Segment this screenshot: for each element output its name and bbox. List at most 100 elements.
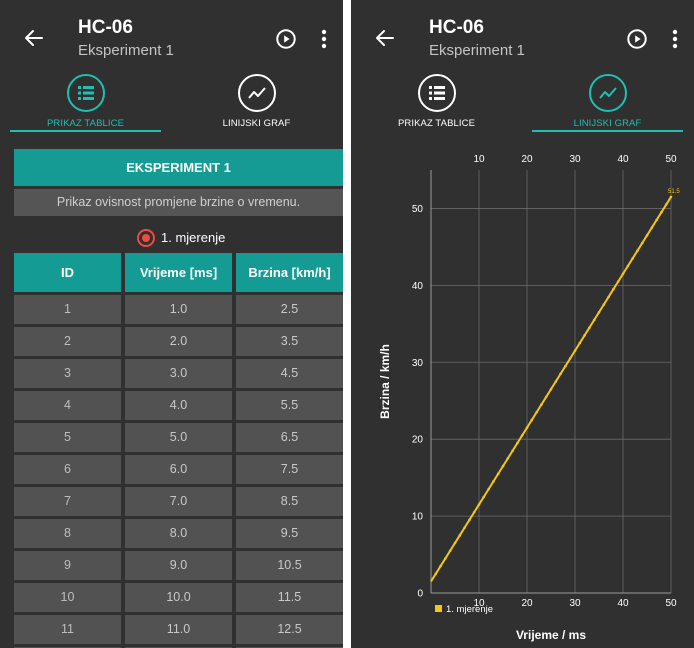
data-point	[487, 487, 490, 491]
data-point	[640, 241, 644, 245]
cell-id: 1	[14, 295, 121, 324]
cell-time: 10.0	[125, 583, 232, 612]
tab-prikaz-tablice[interactable]: PRIKAZ TABLICE	[0, 70, 171, 132]
data-point	[444, 557, 447, 560]
data-point	[669, 195, 673, 199]
cell-speed: 5.5	[236, 391, 343, 420]
experiment-title: EKSPERIMENT 1	[14, 149, 343, 186]
column-header-time: Vrijeme [ms]	[125, 253, 232, 292]
data-point	[650, 226, 654, 229]
data-point	[477, 503, 481, 506]
tab-indicator	[532, 130, 683, 132]
cell-id: 2	[14, 327, 121, 356]
data-point	[607, 295, 610, 299]
x-tick-label-top: 40	[617, 154, 629, 165]
cell-speed: 4.5	[236, 359, 343, 388]
tab-linijski-graf[interactable]: LINIJSKI GRAF	[171, 70, 342, 132]
x-axis-title: Vrijeme / ms	[516, 628, 586, 642]
cell-time: 7.0	[125, 487, 232, 516]
cell-time: 3.0	[125, 359, 232, 388]
x-tick-label-top: 20	[521, 154, 533, 165]
data-label: 51.5	[668, 189, 680, 195]
data-point	[453, 541, 457, 545]
x-tick-label-top: 50	[665, 154, 677, 165]
legend-label: 1. mjerenje	[446, 604, 493, 615]
data-point	[616, 280, 620, 283]
cell-id: 9	[14, 551, 121, 580]
data-point	[636, 249, 639, 253]
data-point	[540, 403, 543, 406]
play-circle-icon[interactable]	[275, 28, 297, 50]
experiment-description: Prikaz ovisnost promjene brzine o vremen…	[14, 189, 343, 216]
arrow-left-icon[interactable]	[22, 26, 46, 50]
y-tick-label: 20	[412, 435, 424, 446]
app-bar: HC-06 Eksperiment 1	[0, 0, 343, 70]
data-point	[516, 441, 519, 445]
y-tick-label: 10	[412, 512, 424, 523]
y-tick-label: 40	[412, 281, 424, 292]
data-point	[482, 495, 486, 499]
data-point	[578, 341, 582, 345]
cell-speed: 12.5	[236, 615, 343, 644]
tab-label: PRIKAZ TABLICE	[46, 118, 125, 129]
data-point	[559, 372, 562, 376]
data-point	[439, 564, 442, 568]
cell-time: 4.0	[125, 391, 232, 420]
play-circle-icon[interactable]	[626, 28, 648, 50]
cell-speed: 7.5	[236, 455, 343, 484]
data-point	[544, 395, 548, 399]
data-point	[535, 410, 538, 414]
x-tick-label: 30	[569, 598, 581, 609]
data-point	[645, 234, 649, 237]
tab-label: LINIJSKI GRAF	[222, 118, 291, 129]
data-point	[568, 357, 572, 360]
cell-id: 4	[14, 391, 121, 420]
data-point	[554, 380, 558, 383]
cell-id: 5	[14, 423, 121, 452]
data-point	[520, 434, 524, 437]
tab-linijski-graf[interactable]: LINIJSKI GRAF	[522, 70, 693, 132]
cell-speed: 3.5	[236, 327, 343, 356]
more-vertical-icon[interactable]	[672, 28, 678, 50]
data-point	[525, 426, 529, 429]
cell-time: 1.0	[125, 295, 232, 324]
cell-id: 10	[14, 583, 121, 612]
cell-id: 11	[14, 615, 121, 644]
cell-time: 9.0	[125, 551, 232, 580]
tab-label: LINIJSKI GRAF	[573, 118, 642, 129]
list-icon	[418, 74, 456, 112]
cell-speed: 8.5	[236, 487, 343, 516]
app-title: HC-06	[429, 17, 484, 38]
y-axis-title: Brzina / km/h	[378, 344, 392, 419]
x-tick-label: 40	[617, 598, 629, 609]
data-point	[463, 526, 466, 529]
data-point	[530, 418, 534, 422]
list-icon	[67, 74, 105, 112]
cell-id: 3	[14, 359, 121, 388]
legend-swatch	[435, 605, 442, 612]
line-chart: 1010202030304040505001020304050Vrijeme /…	[378, 154, 680, 642]
tab-prikaz-tablice[interactable]: PRIKAZ TABLICE	[351, 70, 522, 132]
radio-button[interactable]	[137, 229, 155, 247]
data-point	[583, 334, 586, 337]
data-point	[458, 534, 462, 537]
cell-time: 2.0	[125, 327, 232, 356]
line-chart-icon	[589, 74, 627, 112]
data-point	[626, 264, 630, 268]
cell-speed: 6.5	[236, 423, 343, 452]
data-point	[448, 549, 452, 552]
cell-id: 7	[14, 487, 121, 516]
data-point	[496, 472, 500, 476]
data-point	[602, 303, 606, 306]
cell-time: 6.0	[125, 455, 232, 484]
data-point	[492, 480, 495, 483]
cell-time: 11.0	[125, 615, 232, 644]
data-point	[655, 218, 658, 222]
data-point	[588, 326, 591, 329]
data-point	[549, 387, 553, 391]
arrow-left-icon[interactable]	[373, 26, 397, 50]
column-header-id: ID	[14, 253, 121, 292]
more-vertical-icon[interactable]	[321, 28, 327, 50]
data-point	[573, 349, 577, 353]
tab-indicator	[10, 130, 161, 132]
